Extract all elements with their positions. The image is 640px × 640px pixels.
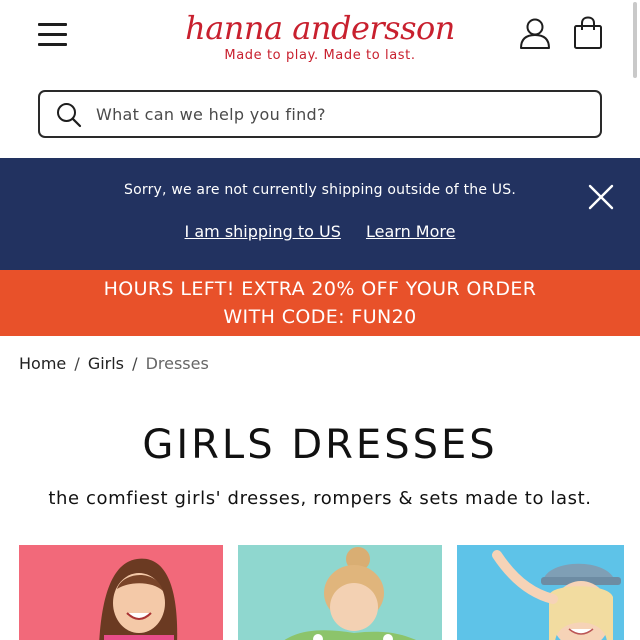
page-scrollbar[interactable] [633, 2, 637, 78]
person-icon[interactable] [518, 16, 552, 50]
breadcrumb-girls[interactable]: Girls [88, 354, 124, 373]
page-title: GIRLS DRESSES [142, 422, 498, 468]
search-icon [56, 102, 82, 128]
close-icon[interactable] [586, 182, 616, 212]
product-tile-image[interactable] [457, 545, 624, 640]
hamburger-menu-icon[interactable] [38, 20, 68, 50]
promo-line-2: WITH CODE: FUN20 [223, 306, 417, 328]
shipping-to-us-link[interactable]: I am shipping to US [185, 222, 341, 241]
shipping-notice-banner: Sorry, we are not currently shipping out… [0, 158, 640, 270]
search-input[interactable] [96, 102, 586, 126]
breadcrumb: Home / Girls / Dresses [19, 354, 209, 373]
logo-wordmark: hanna andersson [185, 9, 455, 47]
search-bar[interactable] [38, 90, 602, 138]
breadcrumb-home[interactable]: Home [19, 354, 66, 373]
breadcrumb-separator: / [69, 354, 85, 373]
shipping-links: I am shipping to US Learn More [0, 222, 640, 241]
site-header: hanna andersson Made to play. Made to la… [0, 0, 640, 80]
promo-line-1: HOURS LEFT! EXTRA 20% OFF YOUR ORDER [103, 278, 537, 300]
learn-more-link[interactable]: Learn More [366, 222, 455, 241]
brand-logo[interactable]: hanna andersson Made to play. Made to la… [180, 6, 460, 63]
page-subtitle: the comfiest girls' dresses, rompers & s… [48, 488, 592, 509]
breadcrumb-current: Dresses [145, 354, 209, 373]
product-tile-image[interactable] [238, 545, 442, 640]
shopping-bag-icon[interactable] [572, 16, 604, 50]
brand-tagline: Made to play. Made to last. [224, 48, 416, 63]
breadcrumb-separator: / [127, 354, 143, 373]
shipping-message: Sorry, we are not currently shipping out… [124, 182, 516, 198]
promo-banner[interactable]: HOURS LEFT! EXTRA 20% OFF YOUR ORDER WIT… [0, 270, 640, 336]
product-tile-image[interactable] [19, 545, 223, 640]
